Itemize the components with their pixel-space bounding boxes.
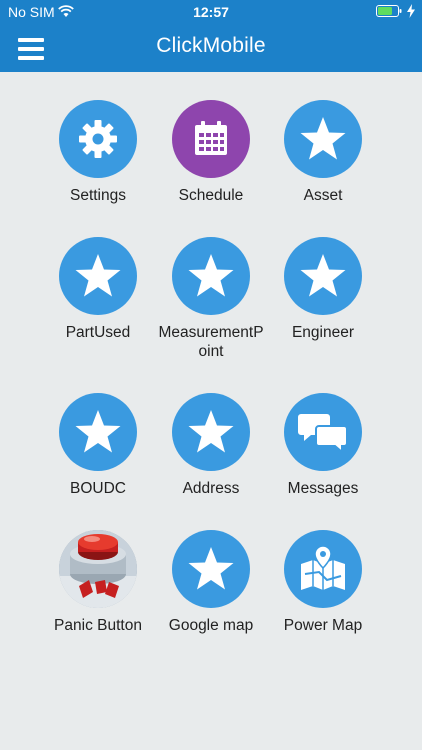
tile-label: PartUsed (65, 324, 131, 341)
tile-label: Settings (69, 187, 126, 204)
star-icon (75, 410, 121, 453)
tile-settings[interactable]: Settings (42, 100, 154, 205)
tile-label: Asset (303, 187, 343, 204)
top-bar: No SIM 12:57 ClickMobile (0, 0, 422, 72)
tile-icon-circle (284, 393, 362, 471)
star-icon (188, 254, 234, 297)
map-pin-icon (301, 545, 345, 590)
tile-label: MeasurementPoint (158, 324, 264, 360)
battery-icon (376, 5, 402, 17)
sos-button-icon (59, 530, 137, 608)
tile-label: Schedule (178, 187, 244, 204)
tile-schedule[interactable]: Schedule (155, 100, 267, 205)
tile-icon-circle (284, 530, 362, 608)
gear-icon (79, 120, 117, 158)
calendar-icon (195, 121, 227, 155)
tile-icon-circle (172, 530, 250, 608)
clock-text: 12:57 (193, 4, 229, 20)
tile-partused[interactable]: PartUsed (42, 237, 154, 342)
tile-label: BOUDC (70, 480, 126, 497)
tile-engineer[interactable]: Engineer (267, 237, 379, 342)
tile-icon-circle (59, 100, 137, 178)
tile-icon-circle (59, 237, 137, 315)
tile-icon-circle (59, 530, 137, 608)
star-icon (188, 410, 234, 453)
star-icon (75, 254, 121, 297)
tile-google-map[interactable]: Google map (155, 530, 267, 635)
tile-power-map[interactable]: Power Map (267, 530, 379, 635)
star-icon (188, 547, 234, 590)
tile-label: Engineer (291, 324, 355, 341)
tile-icon-circle (284, 100, 362, 178)
nav-bar: ClickMobile (0, 24, 422, 72)
tile-messages[interactable]: Messages (267, 393, 379, 498)
tile-label: Power Map (283, 617, 363, 634)
tile-icon-circle (284, 237, 362, 315)
tile-panic-button[interactable]: Panic Button (42, 530, 154, 635)
status-bar: No SIM 12:57 (0, 0, 422, 24)
tile-address[interactable]: Address (155, 393, 267, 498)
chat-bubbles-icon (298, 414, 348, 454)
app-title: ClickMobile (156, 34, 266, 57)
tile-boudc[interactable]: BOUDC (42, 393, 154, 498)
tile-icon-circle (172, 100, 250, 178)
star-icon (300, 117, 346, 160)
star-icon (300, 254, 346, 297)
tile-label: Google map (168, 617, 254, 634)
tile-asset[interactable]: Asset (267, 100, 379, 205)
charging-bolt-icon (407, 4, 415, 18)
tile-measurementpoint[interactable]: MeasurementPoint (155, 237, 267, 361)
tile-icon-circle (172, 237, 250, 315)
tile-label: Address (182, 480, 240, 497)
tile-label: Messages (287, 480, 359, 497)
tile-label: Panic Button (54, 617, 142, 634)
tile-icon-circle (172, 393, 250, 471)
tile-icon-circle (59, 393, 137, 471)
